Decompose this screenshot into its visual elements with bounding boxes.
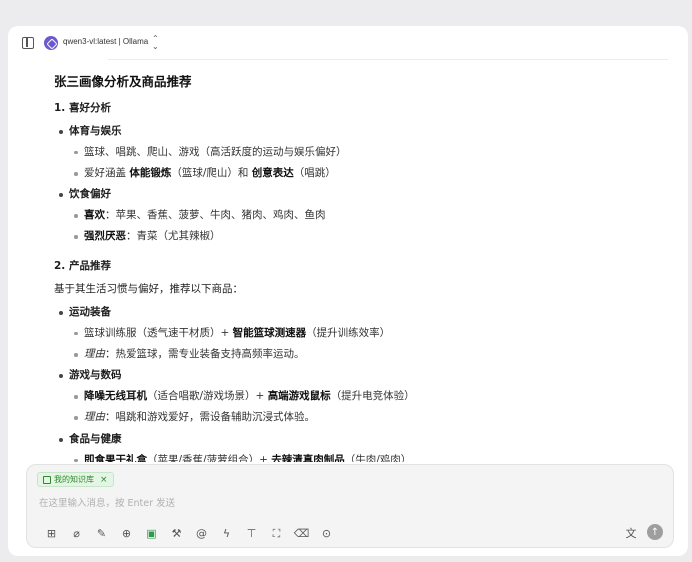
category-label: 体育与娱乐 xyxy=(69,124,122,137)
category-label: 游戏与数码 xyxy=(69,369,122,382)
mention-model-icon[interactable]: @ xyxy=(189,525,214,541)
preferences-list: 体育与娱乐 篮球、唱跳、爬山、游戏（高活跃度的运动与娱乐偏好） 爱好涵盖 体能锻… xyxy=(54,125,654,244)
close-icon[interactable]: × xyxy=(100,475,108,485)
section-heading-recommendations: 2. 产品推荐 xyxy=(54,259,111,272)
list-item: 即食果干礼盒（苹果/香蕉/菠萝组合）+ 去辣清真肉制品（牛肉/鸡肉） xyxy=(74,454,654,462)
more-icon[interactable]: ⊙ xyxy=(314,525,339,541)
attachment-icon[interactable]: ⌀ xyxy=(64,525,89,541)
list-item: 体育与娱乐 篮球、唱跳、爬山、游戏（高活跃度的运动与娱乐偏好） 爱好涵盖 体能锻… xyxy=(59,124,654,180)
list-item: 喜欢：苹果、香蕉、菠萝、牛肉、猪肉、鸡肉、鱼肉 xyxy=(74,209,654,222)
arrow-up-icon: ↑ xyxy=(650,526,660,538)
list-item: 降噪无线耳机（适合唱歌/游戏场景）+ 高端游戏鼠标（提升电竞体验） xyxy=(74,390,654,403)
list-item: 篮球、唱跳、爬山、游戏（高活跃度的运动与娱乐偏好） xyxy=(74,146,654,159)
category-label: 饮食偏好 xyxy=(69,188,111,201)
list-item: 游戏与数码 降噪无线耳机（适合唱歌/游戏场景）+ 高端游戏鼠标（提升电竞体验） … xyxy=(59,369,654,424)
quick-phrases-icon[interactable]: ϟ xyxy=(214,525,239,541)
recommendations-list: 运动装备 篮球训练服（透气速干材质）+ 智能篮球测速器（提升训练效率） 理由：热… xyxy=(54,306,654,462)
knowledge-base-icon[interactable]: ▣ xyxy=(139,525,164,541)
chat-header: qwen3-vl:latest | Ollama ⌃ ⌄ xyxy=(8,26,688,60)
web-search-icon[interactable]: ⊕ xyxy=(114,525,139,541)
mcp-tools-icon[interactable]: ⚒ xyxy=(164,525,189,541)
message-title: 张三画像分析及商品推荐 xyxy=(54,74,192,89)
translate-icon[interactable]: 文 xyxy=(623,525,639,541)
chat-window: qwen3-vl:latest | Ollama ⌃ ⌄ 张三画像分析及商品推荐 … xyxy=(8,26,688,556)
clear-icon[interactable]: ⌫ xyxy=(289,525,314,541)
list-item: 爱好涵盖 体能锻炼（篮球/爬山）和 创意表达（唱跳） xyxy=(74,167,654,180)
list-item: 理由：热爱篮球，需专业装备支持高频率运动。 xyxy=(74,348,654,361)
section-heading-preferences: 1. 喜好分析 xyxy=(54,101,111,114)
list-item: 食品与健康 即食果干礼盒（苹果/香蕉/菠萝组合）+ 去辣清真肉制品（牛肉/鸡肉） xyxy=(59,432,654,462)
category-label: 运动装备 xyxy=(69,305,111,318)
pin-icon[interactable]: ⊤ xyxy=(239,525,264,541)
book-icon xyxy=(43,475,51,484)
recommendation-intro: 基于其生活习惯与偏好，推荐以下商品： xyxy=(54,282,243,295)
list-item: 理由：唱跳和游戏爱好，需设备辅助沉浸式体验。 xyxy=(74,411,654,424)
fullscreen-icon[interactable]: ⛶ xyxy=(264,525,289,541)
list-item: 篮球训练服（透气速干材质）+ 智能篮球测速器（提升训练效率） xyxy=(74,327,654,340)
message-input[interactable]: 在这里输入消息，按 Enter 发送 xyxy=(39,495,175,509)
model-selector-label[interactable]: qwen3-vl:latest | Ollama xyxy=(63,37,148,46)
new-topic-icon[interactable]: ⊞ xyxy=(39,525,64,541)
category-label: 食品与健康 xyxy=(69,432,122,445)
composer-toolbar: ⊞ ⌀ ✎ ⊕ ▣ ⚒ @ ϟ ⊤ ⛶ ⌫ ⊙ xyxy=(39,525,339,541)
chevron-updown-icon[interactable]: ⌃ ⌄ xyxy=(152,35,159,51)
send-button[interactable]: ↑ xyxy=(647,524,663,540)
list-item: 饮食偏好 喜欢：苹果、香蕉、菠萝、牛肉、猪肉、鸡肉、鱼肉 强烈厌恶：青菜（尤其辣… xyxy=(59,188,654,243)
knowledge-base-tag[interactable]: 我的知识库 × xyxy=(37,472,114,487)
list-item: 运动装备 篮球训练服（透气速干材质）+ 智能篮球测速器（提升训练效率） 理由：热… xyxy=(59,305,654,361)
header-divider xyxy=(108,59,668,60)
sidebar-toggle-icon[interactable] xyxy=(22,37,34,49)
message-composer: 我的知识库 × 在这里输入消息，按 Enter 发送 ⊞ ⌀ ✎ ⊕ ▣ ⚒ @… xyxy=(26,464,674,548)
model-logo-icon xyxy=(44,36,58,50)
thinking-icon[interactable]: ✎ xyxy=(89,525,114,541)
list-item: 强烈厌恶：青菜（尤其辣椒） xyxy=(74,230,654,243)
assistant-message: 张三画像分析及商品推荐 1. 喜好分析 体育与娱乐 篮球、唱跳、爬山、游戏（高活… xyxy=(54,70,654,462)
knowledge-base-tag-label: 我的知识库 xyxy=(54,475,94,484)
